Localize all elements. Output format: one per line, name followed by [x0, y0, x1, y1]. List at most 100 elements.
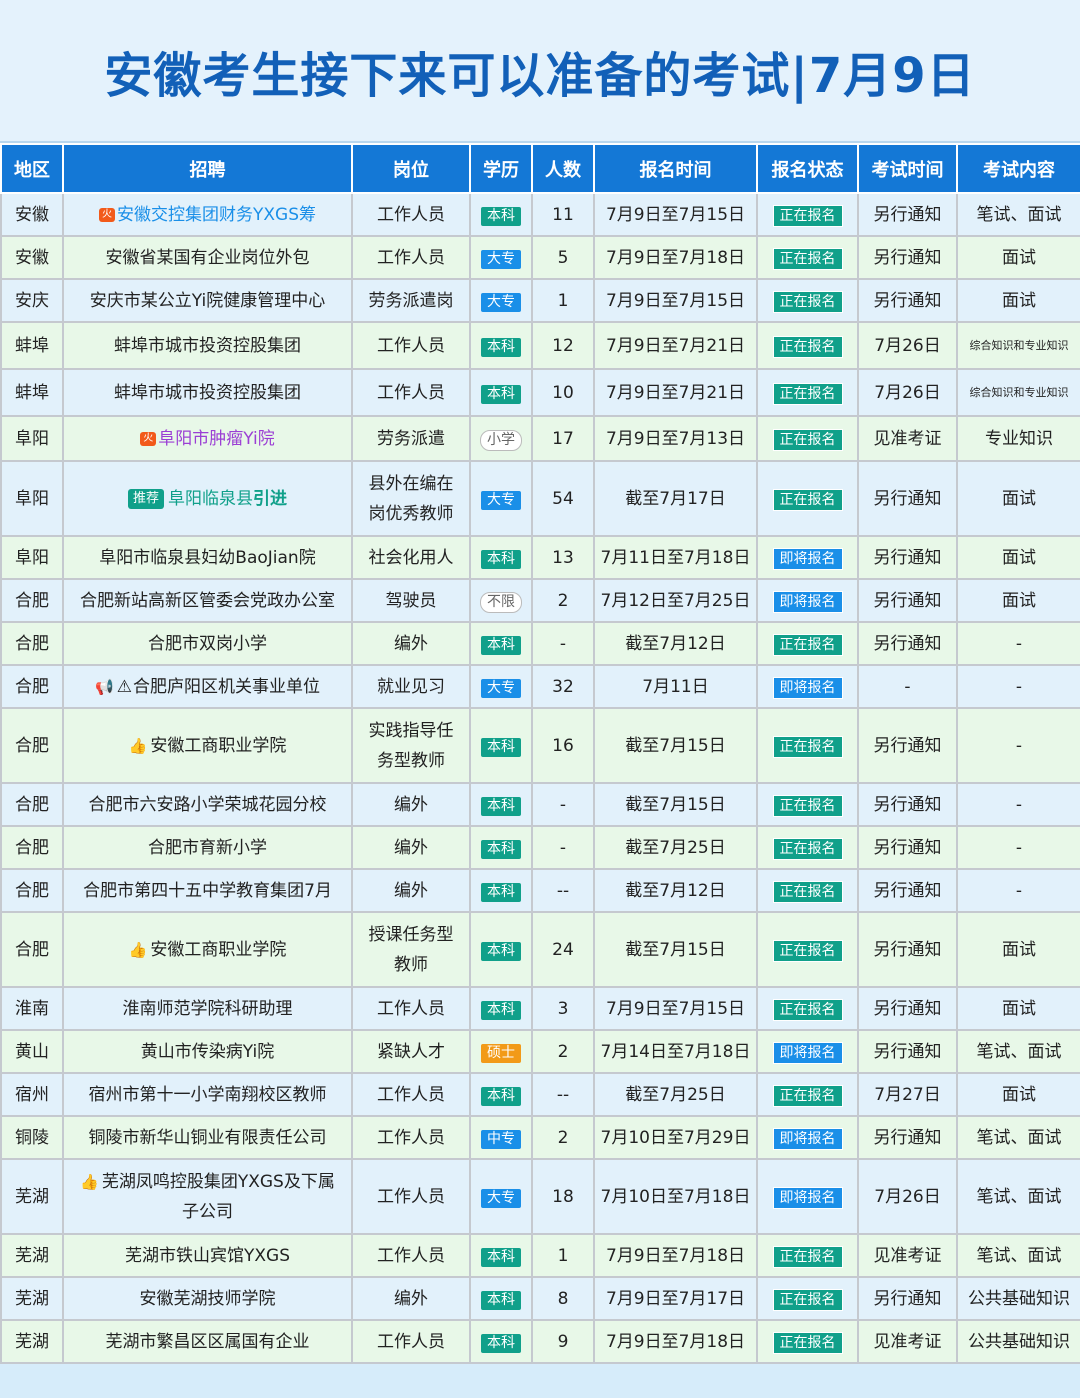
cell-exam-content: 综合知识和专业知识 — [956, 321, 1080, 370]
education-badge: 本科 — [481, 549, 521, 569]
cell-recruit[interactable]: 火阜阳市肿瘤Yi院 — [62, 415, 353, 462]
status-badge: 即将报名 — [772, 1127, 843, 1150]
cell-count: 10 — [531, 368, 595, 417]
cell-post: 社会化用人 — [351, 535, 471, 580]
cell-registration-time: 7月9日至7月18日 — [593, 1233, 758, 1278]
table-row: 阜阳 阜阳市临泉县妇幼BaoJian院 社会化用人 本科 13 7月11日至7月… — [0, 535, 1080, 580]
thumbs-up-icon: 👍 — [128, 736, 148, 755]
cell-exam-content: 笔试、面试 — [956, 1233, 1080, 1278]
cell-post: 驾驶员 — [351, 578, 471, 623]
table-row: 芜湖 👍 芜湖凤鸣控股集团YXGS及下属 子公司 工作人员 大专 18 7月10日至… — [0, 1158, 1080, 1235]
cell-exam-time: 见准考证 — [857, 1233, 958, 1278]
col-header-exam-content: 考试内容 — [956, 143, 1080, 194]
post-line: 务型教师 — [377, 750, 445, 771]
cell-education: 本科 — [469, 986, 533, 1031]
cell-registration-time: 截至7月25日 — [593, 825, 758, 870]
cell-recruit[interactable]: 火安徽交控集团财务YXGS筹 — [62, 192, 353, 237]
cell-recruit: 铜陵市新华山铜业有限责任公司 — [62, 1115, 353, 1160]
cell-region: 合肥 — [0, 868, 64, 913]
cell-count: 18 — [531, 1158, 595, 1235]
education-badge: 本科 — [481, 941, 521, 961]
table-row: 合肥 合肥市双岗小学 编外 本科 - 截至7月12日 正在报名 另行通知 - — [0, 621, 1080, 666]
cell-education: 中专 — [469, 1115, 533, 1160]
cell-status: 正在报名 — [756, 1276, 859, 1321]
status-badge: 即将报名 — [772, 590, 843, 613]
cell-registration-time: 截至7月12日 — [593, 868, 758, 913]
cell-exam-content: 专业知识 — [956, 415, 1080, 462]
cell-education: 小学 — [469, 415, 533, 462]
cell-status: 即将报名 — [756, 1029, 859, 1074]
cell-exam-time: 另行通知 — [857, 578, 958, 623]
education-badge: 本科 — [481, 1333, 521, 1353]
cell-count: 32 — [531, 664, 595, 709]
fire-icon: 火 — [99, 207, 115, 222]
cell-count: 13 — [531, 535, 595, 580]
recruit-link[interactable]: 阜阳市肿瘤Yi院 — [158, 429, 275, 449]
cell-status: 正在报名 — [756, 1233, 859, 1278]
cell-recruit[interactable]: 推荐 阜阳临泉县引进 — [62, 460, 353, 537]
table-row: 芜湖 安徽芜湖技师学院 编外 本科 8 7月9日至7月17日 正在报名 另行通知… — [0, 1276, 1080, 1321]
cell-education: 本科 — [469, 192, 533, 237]
cell-recruit: 淮南师范学院科研助理 — [62, 986, 353, 1031]
col-header-registration-time: 报名时间 — [593, 143, 758, 194]
table-row: 蚌埠 蚌埠市城市投资控股集团 工作人员 本科 10 7月9日至7月21日 正在报… — [0, 368, 1080, 417]
cell-count: 3 — [531, 986, 595, 1031]
education-badge: 大专 — [481, 292, 521, 312]
cell-exam-content: - — [956, 621, 1080, 666]
cell-education: 本科 — [469, 621, 533, 666]
cell-recruit: 合肥新站高新区管委会党政办公室 — [62, 578, 353, 623]
cell-recruit: 安徽省某国有企业岗位外包 — [62, 235, 353, 280]
cell-count: 2 — [531, 1115, 595, 1160]
cell-region: 芜湖 — [0, 1276, 64, 1321]
cell-region: 阜阳 — [0, 460, 64, 537]
cell-count: 24 — [531, 911, 595, 988]
col-header-count: 人数 — [531, 143, 595, 194]
cell-recruit: 蚌埠市城市投资控股集团 — [62, 368, 353, 417]
cell-exam-content: 公共基础知识 — [956, 1319, 1080, 1364]
status-badge: 正在报名 — [772, 204, 843, 227]
cell-post: 工作人员 — [351, 1319, 471, 1364]
recruit-link-bold[interactable]: 引进 — [253, 489, 287, 509]
cell-exam-content: 面试 — [956, 1072, 1080, 1117]
status-badge: 正在报名 — [772, 1245, 843, 1268]
cell-education: 本科 — [469, 321, 533, 370]
status-badge: 正在报名 — [772, 290, 843, 313]
cell-recruit: 阜阳市临泉县妇幼BaoJian院 — [62, 535, 353, 580]
education-badge: 硕士 — [481, 1043, 521, 1063]
status-badge: 正在报名 — [772, 1288, 843, 1311]
cell-status: 正在报名 — [756, 911, 859, 988]
recruit-link[interactable]: 阜阳临泉县 — [168, 489, 253, 509]
horn-icon: 📢 — [95, 677, 114, 696]
cell-count: 9 — [531, 1319, 595, 1364]
education-badge: 大专 — [481, 249, 521, 269]
education-badge: 小学 — [480, 429, 522, 451]
status-badge: 正在报名 — [772, 488, 843, 511]
cell-exam-time: 另行通知 — [857, 621, 958, 666]
status-badge: 正在报名 — [772, 939, 843, 962]
cell-status: 正在报名 — [756, 825, 859, 870]
education-badge: 本科 — [481, 1247, 521, 1267]
page-title: 安徽考生接下来可以准备的考试|7月9日 — [104, 47, 976, 104]
cell-count: -- — [531, 868, 595, 913]
cell-registration-time: 7月11日 — [593, 664, 758, 709]
table-row: 合肥 👍 安徽工商职业学院 实践指导任 务型教师 本科 16 截至7月15日 正在报… — [0, 707, 1080, 784]
cell-registration-time: 截至7月12日 — [593, 621, 758, 666]
cell-exam-time: 另行通知 — [857, 868, 958, 913]
cell-region: 合肥 — [0, 578, 64, 623]
cell-registration-time: 截至7月15日 — [593, 707, 758, 784]
education-badge: 不限 — [480, 591, 522, 613]
cell-registration-time: 截至7月15日 — [593, 911, 758, 988]
warning-icon: ⚠ — [116, 676, 132, 697]
education-badge: 本科 — [481, 839, 521, 859]
table-row: 安庆 安庆市某公立Yi院健康管理中心 劳务派遣岗 大专 1 7月9日至7月15日… — [0, 278, 1080, 323]
cell-post: 工作人员 — [351, 1115, 471, 1160]
cell-recruit: 安徽芜湖技师学院 — [62, 1276, 353, 1321]
cell-exam-time: 另行通知 — [857, 911, 958, 988]
cell-post: 授课任务型 教师 — [351, 911, 471, 988]
cell-exam-content: 面试 — [956, 460, 1080, 537]
cell-exam-time: 另行通知 — [857, 1115, 958, 1160]
fire-icon: 火 — [140, 431, 157, 446]
cell-post: 编外 — [351, 782, 471, 827]
cell-registration-time: 7月9日至7月17日 — [593, 1276, 758, 1321]
recruit-link[interactable]: 安徽交控集团财务YXGS筹 — [117, 205, 316, 225]
